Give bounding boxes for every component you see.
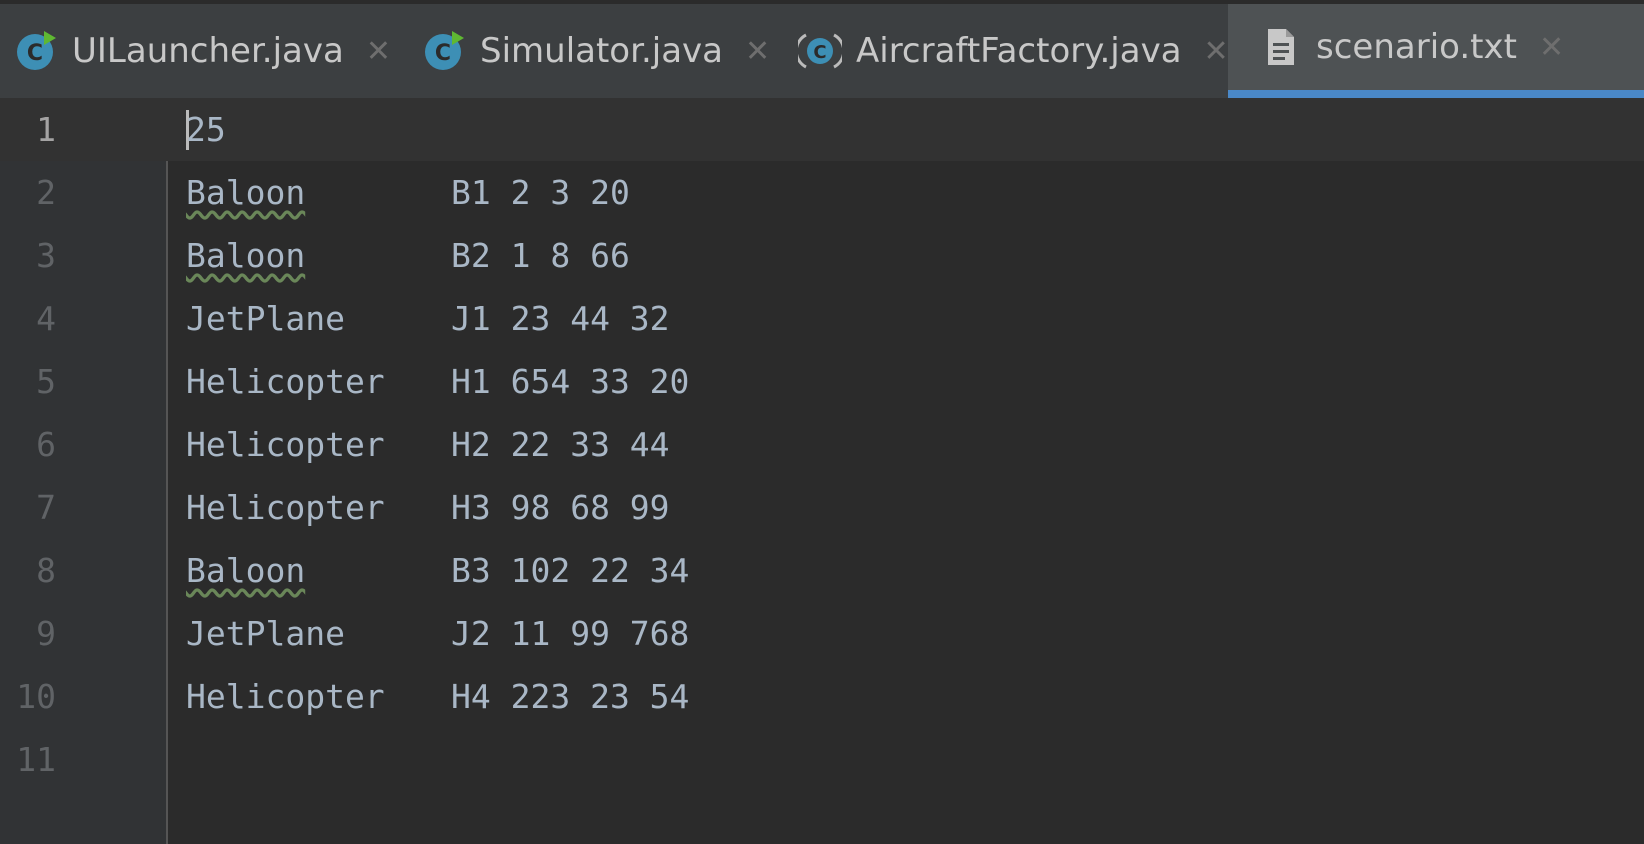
aircraft-params: B1 2 3 20 <box>451 173 630 212</box>
ide-window: C UILauncher.java ✕ C Simulator.java ✕ C… <box>0 0 1644 844</box>
line-number: 7 <box>36 488 56 527</box>
aircraft-params: H1 654 33 20 <box>451 362 690 401</box>
svg-text:C: C <box>813 42 826 63</box>
svg-text:C: C <box>27 41 43 66</box>
java-class-run-icon: C <box>14 29 58 73</box>
aircraft-type: Helicopter <box>186 677 385 716</box>
close-tab-icon[interactable]: ✕ <box>1204 34 1229 69</box>
aircraft-type: Helicopter <box>186 488 385 527</box>
line-text: JetPlane J1 23 44 32 <box>186 287 670 350</box>
tab-label: UILauncher.java <box>72 31 344 71</box>
close-tab-icon[interactable]: ✕ <box>745 34 770 69</box>
aircraft-params: J2 11 99 768 <box>451 614 690 653</box>
line-text: Helicopter H3 98 68 99 <box>186 476 670 539</box>
line-number: 5 <box>36 362 56 401</box>
editor-line[interactable]: 9 JetPlane J2 11 99 768 <box>0 602 1644 665</box>
line-number: 2 <box>36 173 56 212</box>
tab-simulator-java[interactable]: C Simulator.java ✕ <box>422 4 770 98</box>
tab-label: scenario.txt <box>1316 27 1517 67</box>
code-editor[interactable]: 1 25 2 Baloon B1 2 3 20 3 Baloon B2 1 8 66… <box>0 98 1644 844</box>
editor-tab-bar: C UILauncher.java ✕ C Simulator.java ✕ C… <box>0 0 1644 98</box>
aircraft-type: 25 <box>186 110 226 149</box>
tab-scenario-txt[interactable]: scenario.txt ✕ <box>1228 4 1644 98</box>
editor-line[interactable]: 8 Baloon B3 102 22 34 <box>0 539 1644 602</box>
svg-text:C: C <box>435 41 451 66</box>
editor-line[interactable]: 11 <box>0 728 1644 791</box>
line-text: 25 <box>186 98 451 161</box>
editor-line[interactable]: 7 Helicopter H3 98 68 99 <box>0 476 1644 539</box>
aircraft-params: B2 1 8 66 <box>451 236 630 275</box>
line-text <box>186 728 451 791</box>
close-tab-icon[interactable]: ✕ <box>1539 30 1564 65</box>
aircraft-type: JetPlane <box>186 614 345 653</box>
text-file-icon <box>1258 25 1302 69</box>
editor-line-current[interactable]: 1 25 <box>0 98 1644 161</box>
tab-uilauncher-java[interactable]: C UILauncher.java ✕ <box>14 4 391 98</box>
line-number: 1 <box>36 110 56 149</box>
editor-line[interactable]: 2 Baloon B1 2 3 20 <box>0 161 1644 224</box>
editor-line[interactable]: 10 Helicopter H4 223 23 54 <box>0 665 1644 728</box>
aircraft-params: H2 22 33 44 <box>451 425 670 464</box>
line-number: 6 <box>36 425 56 464</box>
tab-label: AircraftFactory.java <box>856 31 1182 71</box>
editor-line[interactable]: 4 JetPlane J1 23 44 32 <box>0 287 1644 350</box>
line-text: JetPlane J2 11 99 768 <box>186 602 689 665</box>
line-text: Baloon B3 102 22 34 <box>186 539 689 602</box>
line-number: 9 <box>36 614 56 653</box>
line-number: 8 <box>36 551 56 590</box>
aircraft-type: JetPlane <box>186 299 345 338</box>
aircraft-params: B3 102 22 34 <box>451 551 690 590</box>
tab-label: Simulator.java <box>480 31 724 71</box>
editor-line[interactable]: 6 Helicopter H2 22 33 44 <box>0 413 1644 476</box>
aircraft-type: Helicopter <box>186 362 385 401</box>
line-number: 11 <box>16 740 56 779</box>
line-number: 3 <box>36 236 56 275</box>
tab-aircraftfactory-java[interactable]: C AircraftFactory.java ✕ <box>798 4 1229 98</box>
line-text: Baloon B2 1 8 66 <box>186 224 630 287</box>
line-text: Helicopter H1 654 33 20 <box>186 350 689 413</box>
line-text: Helicopter H2 22 33 44 <box>186 413 670 476</box>
aircraft-type: Baloon <box>186 551 306 590</box>
aircraft-type: Baloon <box>186 173 306 212</box>
close-tab-icon[interactable]: ✕ <box>366 34 391 69</box>
aircraft-params: H4 223 23 54 <box>451 677 690 716</box>
editor-line[interactable]: 5 Helicopter H1 654 33 20 <box>0 350 1644 413</box>
aircraft-type: Baloon <box>186 236 306 275</box>
editor-line[interactable]: 3 Baloon B2 1 8 66 <box>0 224 1644 287</box>
aircraft-params: J1 23 44 32 <box>451 299 670 338</box>
line-number: 4 <box>36 299 56 338</box>
java-class-run-icon: C <box>422 29 466 73</box>
line-number: 10 <box>16 677 56 716</box>
aircraft-params: H3 98 68 99 <box>451 488 670 527</box>
line-text: Baloon B1 2 3 20 <box>186 161 630 224</box>
java-class-icon: C <box>798 29 842 73</box>
line-text: Helicopter H4 223 23 54 <box>186 665 689 728</box>
aircraft-type: Helicopter <box>186 425 385 464</box>
